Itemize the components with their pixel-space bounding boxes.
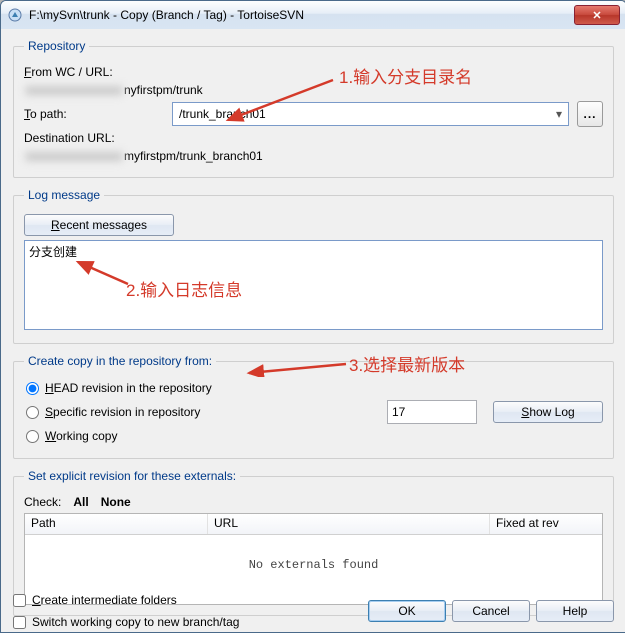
switch-wc-checkbox[interactable] bbox=[13, 616, 26, 629]
col-url[interactable]: URL bbox=[208, 514, 490, 534]
app-icon bbox=[7, 7, 23, 23]
log-message-legend: Log message bbox=[24, 188, 104, 202]
from-url-value: xxxxxxxxxxxxxxxxnyfirstpm/trunk bbox=[24, 83, 203, 97]
check-none-link[interactable]: None bbox=[101, 495, 131, 509]
check-all-link[interactable]: All bbox=[73, 495, 88, 509]
create-folders-label: Create intermediate folders bbox=[32, 593, 177, 607]
help-button[interactable]: Help bbox=[536, 600, 614, 622]
close-icon: ✕ bbox=[592, 9, 601, 22]
ellipsis-icon: ... bbox=[583, 107, 596, 121]
create-folders-row[interactable]: Create intermediate folders bbox=[13, 593, 239, 607]
working-copy-radio[interactable] bbox=[26, 430, 39, 443]
repository-legend: Repository bbox=[24, 39, 89, 53]
cancel-button[interactable]: Cancel bbox=[452, 600, 530, 622]
specific-revision-label: Specific revision in repository bbox=[45, 405, 255, 419]
col-fixed[interactable]: Fixed at rev bbox=[490, 514, 602, 534]
specific-revision-radio[interactable] bbox=[26, 406, 39, 419]
log-message-group: Log message Recent messages 分支创建 bbox=[13, 188, 614, 344]
window-title: F:\mySvn\trunk - Copy (Branch / Tag) - T… bbox=[29, 8, 574, 22]
browse-button[interactable]: ... bbox=[577, 101, 603, 127]
ok-button[interactable]: OK bbox=[368, 600, 446, 622]
externals-header: Path URL Fixed at rev bbox=[25, 514, 602, 535]
close-button[interactable]: ✕ bbox=[574, 5, 620, 25]
to-path-label: To path: bbox=[24, 107, 164, 121]
revision-input[interactable] bbox=[387, 400, 477, 424]
externals-legend: Set explicit revision for these external… bbox=[24, 469, 240, 483]
head-revision-radio[interactable] bbox=[26, 382, 39, 395]
check-label: Check: bbox=[24, 495, 61, 509]
recent-messages-button[interactable]: Recent messages bbox=[24, 214, 174, 236]
create-folders-checkbox[interactable] bbox=[13, 594, 26, 607]
head-revision-label: HEAD revision in the repository bbox=[45, 381, 212, 395]
title-bar[interactable]: F:\mySvn\trunk - Copy (Branch / Tag) - T… bbox=[1, 1, 625, 30]
log-message-textarea[interactable]: 分支创建 bbox=[24, 240, 603, 330]
create-copy-group: Create copy in the repository from: HEAD… bbox=[13, 354, 614, 459]
switch-wc-row[interactable]: Switch working copy to new branch/tag bbox=[13, 615, 239, 629]
switch-wc-label: Switch working copy to new branch/tag bbox=[32, 615, 239, 629]
col-path[interactable]: Path bbox=[25, 514, 208, 534]
show-log-button[interactable]: Show Log bbox=[493, 401, 603, 423]
repository-group: Repository From WC / URL: xxxxxxxxxxxxxx… bbox=[13, 39, 614, 178]
externals-empty: No externals found bbox=[25, 535, 602, 595]
working-copy-label: Working copy bbox=[45, 429, 117, 443]
to-path-combobox[interactable]: ▾ bbox=[172, 102, 569, 126]
create-copy-legend: Create copy in the repository from: bbox=[24, 354, 216, 368]
dialog-window: F:\mySvn\trunk - Copy (Branch / Tag) - T… bbox=[0, 0, 625, 633]
to-path-input[interactable] bbox=[177, 104, 552, 124]
dest-url-label: Destination URL: bbox=[24, 131, 115, 145]
dest-url-value: xxxxxxxxxxxxxxxxmyfirstpm/trunk_branch01 bbox=[24, 149, 263, 163]
from-wc-label: From WC / URL: bbox=[24, 65, 164, 79]
chevron-down-icon[interactable]: ▾ bbox=[552, 107, 566, 121]
